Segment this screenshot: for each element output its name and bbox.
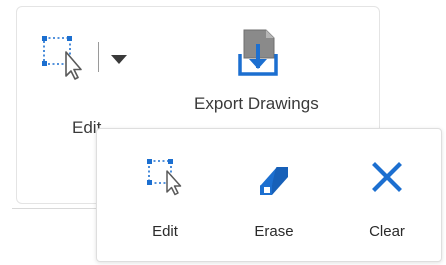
- dropdown-item-clear[interactable]: Clear: [337, 141, 437, 253]
- dropdown-item-erase[interactable]: Erase: [224, 141, 324, 253]
- export-drawings-label: Export Drawings: [194, 94, 319, 113]
- dropdown-item-label: Clear: [369, 223, 405, 240]
- edit-select-icon: [42, 36, 82, 80]
- dropdown-item-edit[interactable]: Edit: [115, 141, 215, 253]
- split-separator: [98, 42, 99, 72]
- eraser-icon: [259, 166, 288, 195]
- close-icon: [372, 162, 402, 192]
- edit-select-icon: [147, 159, 182, 196]
- export-drawings-button[interactable]: Export Drawings: [190, 24, 370, 124]
- dropdown-item-label: Edit: [152, 223, 178, 240]
- chevron-down-icon[interactable]: [108, 50, 130, 68]
- ribbon-divider: [12, 208, 102, 209]
- dropdown-item-label: Erase: [254, 223, 294, 240]
- edit-split-button[interactable]: Edit: [36, 24, 148, 137]
- export-icon: [238, 29, 278, 76]
- edit-dropdown-menu: Edit Erase Clear: [96, 128, 442, 262]
